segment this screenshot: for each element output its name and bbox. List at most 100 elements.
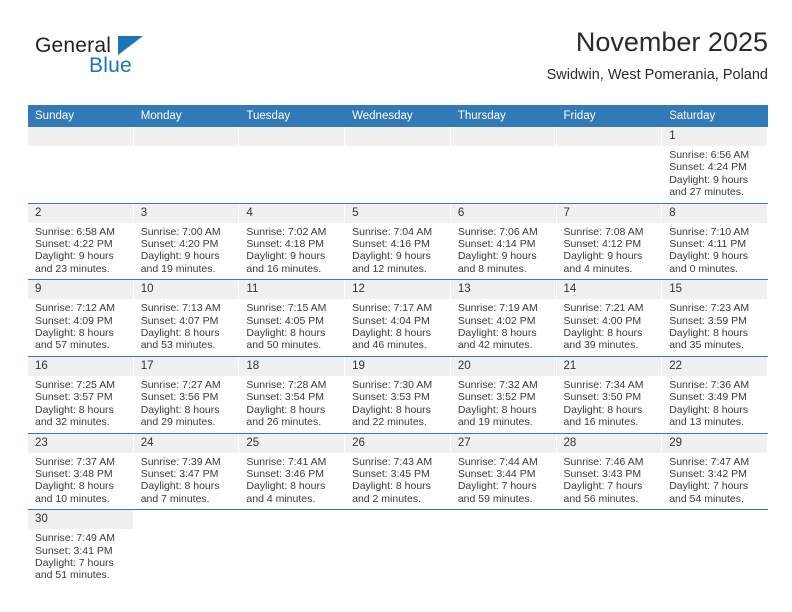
calendar-day-cell[interactable]: 2 Sunrise: 6:58 AM Sunset: 4:22 PM Daylight… xyxy=(28,203,134,281)
daylight-duration-line: Daylight: 8 hours xyxy=(246,327,326,340)
weekday-header-wednesday: Wednesday xyxy=(345,105,451,127)
sunset-time: Sunset: 4:05 PM xyxy=(246,314,325,327)
day-number: 30 xyxy=(28,510,134,530)
day-number: 8 xyxy=(662,203,768,223)
sunset-time: Sunset: 4:18 PM xyxy=(246,238,325,251)
day-number xyxy=(662,510,768,530)
calendar-day-cell[interactable]: 29 Sunrise: 7:47 AM Sunset: 3:42 PM Dayligh… xyxy=(662,433,768,511)
day-sun-info: Sunrise: 7:27 AM Sunset: 3:56 PM Daylight:… xyxy=(134,376,240,433)
sunset-time: Sunset: 4:07 PM xyxy=(140,314,219,327)
calendar-day-cell[interactable]: 13 Sunrise: 7:19 AM Sunset: 4:02 PM Dayligh… xyxy=(450,279,557,357)
calendar-day-cell[interactable]: 15 Sunrise: 7:23 AM Sunset: 3:59 PM Dayligh… xyxy=(662,279,768,357)
calendar-day-cell[interactable]: 21 Sunrise: 7:34 AM Sunset: 3:50 PM Dayligh… xyxy=(556,356,663,434)
sunset-time: Sunset: 4:04 PM xyxy=(352,314,430,327)
daylight-duration-line: Daylight: 9 hours xyxy=(669,173,749,186)
day-sun-info: Sunrise: 7:13 AM Sunset: 4:07 PM Daylight:… xyxy=(134,299,240,356)
calendar-day-cell[interactable]: 1 Sunrise: 6:56 AM Sunset: 4:24 PM Daylight… xyxy=(662,127,768,204)
sunset-time: Sunset: 3:44 PM xyxy=(457,467,536,480)
day-sun-info: Sunrise: 7:19 AM Sunset: 4:02 PM Daylight:… xyxy=(451,299,557,356)
calendar-day-cell[interactable]: 19 Sunrise: 7:30 AM Sunset: 3:53 PM Dayligh… xyxy=(345,356,451,434)
day-sun-info: Sunrise: 6:56 AM Sunset: 4:24 PM Daylight:… xyxy=(662,146,768,203)
daylight-duration-line: and 26 minutes. xyxy=(246,416,322,429)
calendar-empty-cell xyxy=(662,509,768,587)
day-sun-info: Sunrise: 7:10 AM Sunset: 4:11 PM Daylight:… xyxy=(662,223,768,280)
day-sun-info: Sunrise: 7:32 AM Sunset: 3:52 PM Daylight:… xyxy=(451,376,557,433)
sunset-time: Sunset: 4:00 PM xyxy=(563,314,642,327)
day-number: 29 xyxy=(662,433,768,453)
sunrise-time: Sunrise: 7:27 AM xyxy=(140,378,221,391)
daylight-duration-line: and 2 minutes. xyxy=(352,492,421,505)
sunrise-time: Sunrise: 7:21 AM xyxy=(563,302,644,315)
day-number: 24 xyxy=(133,433,240,453)
day-sun-info: Sunrise: 7:02 AM Sunset: 4:18 PM Daylight:… xyxy=(239,223,345,280)
calendar-day-cell[interactable]: 14 Sunrise: 7:21 AM Sunset: 4:00 PM Dayligh… xyxy=(556,279,663,357)
calendar-day-cell[interactable]: 9 Sunrise: 7:12 AM Sunset: 4:09 PM Daylight… xyxy=(28,279,134,357)
calendar-day-cell[interactable]: 10 Sunrise: 7:13 AM Sunset: 4:07 PM Dayligh… xyxy=(133,279,240,357)
sunset-time: Sunset: 3:56 PM xyxy=(140,391,219,404)
daylight-duration-line: and 19 minutes. xyxy=(140,262,216,275)
calendar-day-cell[interactable]: 30 Sunrise: 7:49 AM Sunset: 3:41 PM Dayligh… xyxy=(28,509,134,587)
calendar-day-cell[interactable]: 28 Sunrise: 7:46 AM Sunset: 3:43 PM Dayligh… xyxy=(556,433,663,511)
sunrise-time: Sunrise: 7:02 AM xyxy=(246,225,327,238)
daylight-duration-line: and 4 minutes. xyxy=(246,492,316,505)
calendar-day-cell[interactable]: 26 Sunrise: 7:43 AM Sunset: 3:45 PM Dayligh… xyxy=(345,433,451,511)
day-sun-info: Sunrise: 7:21 AM Sunset: 4:00 PM Daylight:… xyxy=(557,299,663,356)
sunrise-time: Sunrise: 7:46 AM xyxy=(563,455,644,468)
calendar-day-cell[interactable]: 20 Sunrise: 7:32 AM Sunset: 3:52 PM Dayligh… xyxy=(450,356,557,434)
sunset-time: Sunset: 3:43 PM xyxy=(563,467,642,480)
calendar-day-cell[interactable]: 4 Sunrise: 7:02 AM Sunset: 4:18 PM Daylight… xyxy=(239,203,346,281)
sunrise-time: Sunrise: 7:39 AM xyxy=(140,455,221,468)
sunrise-time: Sunrise: 7:06 AM xyxy=(457,225,538,238)
sunset-time: Sunset: 4:22 PM xyxy=(35,238,113,251)
daylight-duration-line: and 7 minutes. xyxy=(140,492,210,505)
weekday-header-monday: Monday xyxy=(133,105,240,127)
daylight-duration-line: and 13 minutes. xyxy=(669,416,744,429)
daylight-duration-line: and 16 minutes. xyxy=(246,262,322,275)
daylight-duration-line: and 51 minutes. xyxy=(35,569,110,582)
daylight-duration-line: and 19 minutes. xyxy=(457,416,533,429)
logo-triangle-icon xyxy=(118,36,143,55)
day-number: 13 xyxy=(450,280,557,300)
calendar-day-cell[interactable]: 6 Sunrise: 7:06 AM Sunset: 4:14 PM Daylight… xyxy=(450,203,557,281)
daylight-duration-line: Daylight: 9 hours xyxy=(35,250,114,263)
sunrise-time: Sunrise: 7:36 AM xyxy=(669,378,750,391)
calendar-day-cell[interactable]: 7 Sunrise: 7:08 AM Sunset: 4:12 PM Daylight… xyxy=(556,203,663,281)
daylight-duration-line: and 12 minutes. xyxy=(352,262,427,275)
calendar-day-cell[interactable]: 12 Sunrise: 7:17 AM Sunset: 4:04 PM Dayligh… xyxy=(345,279,451,357)
calendar-head: Sunday Monday Tuesday Wednesday Thursday Frid… xyxy=(28,105,768,127)
calendar-day-cell[interactable]: 18 Sunrise: 7:28 AM Sunset: 3:54 PM Dayligh… xyxy=(239,356,346,434)
daylight-duration-line: and 59 minutes. xyxy=(457,492,533,505)
sunrise-time: Sunrise: 7:25 AM xyxy=(35,378,115,391)
calendar-day-cell[interactable]: 23 Sunrise: 7:37 AM Sunset: 3:48 PM Dayligh… xyxy=(28,433,134,511)
calendar-day-cell[interactable]: 3 Sunrise: 7:00 AM Sunset: 4:20 PM Daylight… xyxy=(133,203,240,281)
calendar-day-cell[interactable]: 16 Sunrise: 7:25 AM Sunset: 3:57 PM Dayligh… xyxy=(28,356,134,434)
sunrise-time: Sunrise: 7:15 AM xyxy=(246,302,327,315)
daylight-duration-line: and 54 minutes. xyxy=(669,492,744,505)
calendar-day-cell[interactable]: 17 Sunrise: 7:27 AM Sunset: 3:56 PM Dayligh… xyxy=(133,356,240,434)
day-number: 5 xyxy=(345,203,451,223)
logo-text-blue: Blue xyxy=(89,54,132,77)
daylight-duration-line: and 27 minutes. xyxy=(669,186,744,199)
weekday-header-row: Sunday Monday Tuesday Wednesday Thursday Frid… xyxy=(28,105,768,127)
daylight-duration-line: Daylight: 8 hours xyxy=(352,327,431,340)
sunset-time: Sunset: 3:49 PM xyxy=(669,391,747,404)
sunrise-time: Sunrise: 7:04 AM xyxy=(352,225,433,238)
day-sun-info: Sunrise: 7:46 AM Sunset: 3:43 PM Daylight:… xyxy=(557,453,663,510)
calendar-day-cell[interactable]: 8 Sunrise: 7:10 AM Sunset: 4:11 PM Daylight… xyxy=(662,203,768,281)
day-sun-info: Sunrise: 7:06 AM Sunset: 4:14 PM Daylight:… xyxy=(451,223,557,280)
calendar-day-cell[interactable]: 5 Sunrise: 7:04 AM Sunset: 4:16 PM Daylight… xyxy=(345,203,451,281)
daylight-duration-line: Daylight: 8 hours xyxy=(352,480,431,493)
day-sun-info: Sunrise: 7:28 AM Sunset: 3:54 PM Daylight:… xyxy=(239,376,345,433)
calendar-day-cell[interactable]: 25 Sunrise: 7:41 AM Sunset: 3:46 PM Dayligh… xyxy=(239,433,346,511)
day-number: 21 xyxy=(556,356,663,376)
daylight-duration-line: Daylight: 7 hours xyxy=(563,480,643,493)
calendar-day-cell[interactable]: 11 Sunrise: 7:15 AM Sunset: 4:05 PM Dayligh… xyxy=(239,279,346,357)
calendar-day-cell[interactable]: 22 Sunrise: 7:36 AM Sunset: 3:49 PM Dayligh… xyxy=(662,356,768,434)
day-sun-info: Sunrise: 7:23 AM Sunset: 3:59 PM Daylight:… xyxy=(662,299,768,356)
daylight-duration-line: Daylight: 9 hours xyxy=(669,250,749,263)
day-number: 28 xyxy=(556,433,663,453)
calendar-day-cell[interactable]: 27 Sunrise: 7:44 AM Sunset: 3:44 PM Dayligh… xyxy=(450,433,557,511)
calendar-day-cell[interactable]: 24 Sunrise: 7:39 AM Sunset: 3:47 PM Dayligh… xyxy=(133,433,240,511)
sunrise-time: Sunrise: 7:28 AM xyxy=(246,378,327,391)
day-number xyxy=(556,127,663,146)
